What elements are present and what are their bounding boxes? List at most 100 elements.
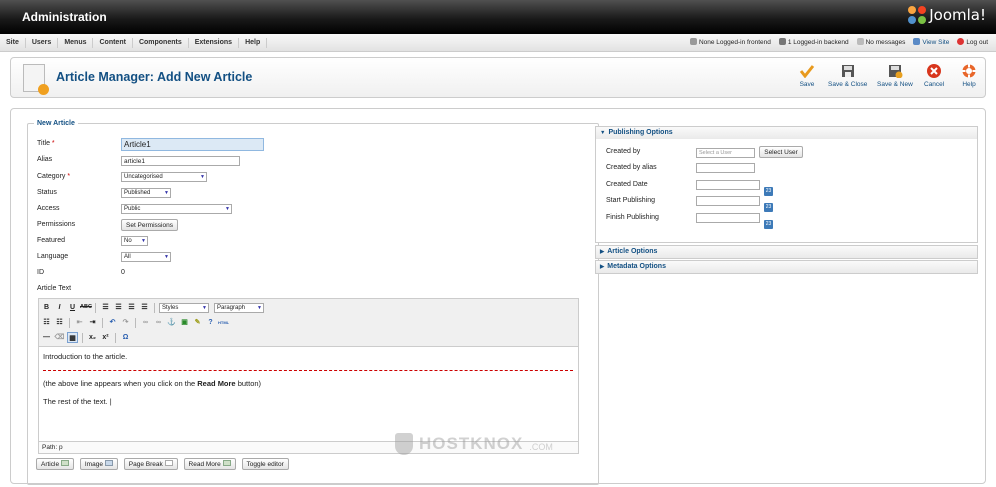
cleanup-icon[interactable]: ✎ <box>192 317 203 328</box>
image-button[interactable]: Image <box>79 458 118 470</box>
status-bar: None Logged-in frontend 1 Logged-in back… <box>689 38 988 46</box>
menu-menus[interactable]: Menus <box>58 37 94 48</box>
help-icon[interactable]: ? <box>205 317 216 328</box>
select-user-button[interactable]: Select User <box>759 146 803 158</box>
html-source-icon[interactable]: HTML <box>218 317 229 328</box>
styles-select[interactable]: Styles <box>159 302 209 313</box>
checkmark-icon <box>799 65 815 78</box>
alias-field[interactable]: article1 <box>121 156 240 166</box>
featured-label: Featured <box>37 237 66 244</box>
admin-title: Administration <box>22 10 107 24</box>
logout-link[interactable]: Log out <box>957 38 988 46</box>
access-select[interactable]: Public <box>121 204 232 214</box>
publishing-options-header[interactable]: ▼ Publishing Options <box>596 127 977 139</box>
rich-text-editor: B I U ABC ☰ ☰ ☰ ☰ Styles Paragraph ☷ ☷ ⇤… <box>38 298 579 454</box>
superscript-icon[interactable]: x² <box>100 332 111 343</box>
save-button[interactable]: Save <box>799 64 815 88</box>
message-icon <box>856 38 864 45</box>
title-field[interactable]: Article1 <box>121 138 264 151</box>
visual-aid-icon[interactable]: ▦ <box>67 332 78 343</box>
image-icon[interactable]: ▣ <box>179 317 190 328</box>
link-icon[interactable]: ∞ <box>140 317 151 328</box>
menu-users[interactable]: Users <box>26 37 59 48</box>
outdent-icon[interactable]: ⇤ <box>74 317 85 328</box>
underline-button[interactable]: U <box>67 302 78 313</box>
joomla-logo-icon <box>908 6 927 24</box>
cancel-button[interactable]: Cancel <box>924 64 944 88</box>
admin-header: Administration Joomla! <box>0 0 996 34</box>
monitor-icon <box>913 38 921 45</box>
menu-components[interactable]: Components <box>133 37 189 48</box>
align-left-icon[interactable]: ☰ <box>100 302 111 313</box>
created-by-alias-input[interactable] <box>696 163 755 173</box>
lifebuoy-icon <box>962 64 976 78</box>
undo-icon[interactable]: ↶ <box>107 317 118 328</box>
set-permissions-button[interactable]: Set Permissions <box>121 219 178 231</box>
language-label: Language <box>37 253 69 260</box>
format-select[interactable]: Paragraph <box>214 302 264 313</box>
bold-button[interactable]: B <box>41 302 52 313</box>
metadata-options-panel[interactable]: ▶ Metadata Options <box>595 260 978 274</box>
metadata-options-header[interactable]: ▶ Metadata Options <box>596 261 977 273</box>
status-messages: No messages <box>856 38 905 46</box>
category-select[interactable]: Uncategorised <box>121 172 207 182</box>
cancel-icon <box>927 64 942 78</box>
menu-extensions[interactable]: Extensions <box>189 37 240 48</box>
numbered-list-icon[interactable]: ☷ <box>54 317 65 328</box>
finish-publishing-input[interactable] <box>696 213 760 223</box>
start-publishing-field: 23 <box>696 196 773 212</box>
bullet-list-icon[interactable]: ☷ <box>41 317 52 328</box>
disk-icon <box>841 65 854 77</box>
unlink-icon[interactable]: ∞ <box>153 317 164 328</box>
save-close-button[interactable]: Save & Close <box>828 64 867 88</box>
anchor-icon[interactable]: ⚓ <box>166 317 177 328</box>
remove-format-icon[interactable]: ⌫ <box>54 332 65 343</box>
calendar-icon[interactable]: 23 <box>764 187 773 196</box>
featured-select[interactable]: No <box>121 236 148 246</box>
joomla-logo[interactable]: Joomla! <box>908 6 986 24</box>
content-area: New Article Title * Article1 Alias artic… <box>10 108 986 485</box>
italic-button[interactable]: I <box>54 302 65 313</box>
align-center-icon[interactable]: ☰ <box>113 302 124 313</box>
shield-icon <box>395 433 413 455</box>
page-break-button[interactable]: Page Break <box>123 458 178 470</box>
triangle-right-icon: ▶ <box>600 249 605 255</box>
save-new-button[interactable]: Save & New <box>877 64 913 88</box>
indent-icon[interactable]: ⇥ <box>87 317 98 328</box>
article-add-icon <box>23 64 49 95</box>
created-date-input[interactable] <box>696 180 760 190</box>
menu-site[interactable]: Site <box>0 37 26 48</box>
calendar-icon[interactable]: 23 <box>764 203 773 212</box>
strikethrough-button[interactable]: ABC <box>80 302 92 313</box>
category-label: Category * <box>37 173 71 180</box>
article-button[interactable]: Article <box>36 458 74 470</box>
status-select[interactable]: Published <box>121 188 171 198</box>
finish-publishing-label: Finish Publishing <box>606 214 659 221</box>
special-char-icon[interactable]: Ω <box>120 332 131 343</box>
menu-content[interactable]: Content <box>93 37 133 48</box>
help-button[interactable]: Help <box>961 64 977 88</box>
editor-content[interactable]: Introduction to the article. (the above … <box>43 352 573 415</box>
toggle-editor-button[interactable]: Toggle editor <box>241 458 289 470</box>
align-justify-icon[interactable]: ☰ <box>139 302 150 313</box>
created-by-alias-label: Created by alias <box>606 164 657 171</box>
subscript-icon[interactable]: x₂ <box>87 332 98 343</box>
view-site-link[interactable]: View Site <box>913 38 949 46</box>
article-options-header[interactable]: ▶ Article Options <box>596 246 977 258</box>
created-date-label: Created Date <box>606 181 648 188</box>
start-publishing-input[interactable] <box>696 196 760 206</box>
article-text-label: Article Text <box>37 285 72 292</box>
users-icon <box>689 38 697 45</box>
menu-help[interactable]: Help <box>239 37 268 48</box>
article-options-panel[interactable]: ▶ Article Options <box>595 245 978 259</box>
triangle-down-icon: ▼ <box>600 130 606 136</box>
created-by-label: Created by <box>606 148 641 155</box>
editor-buttons: Article Image Page Break Read More Toggl… <box>36 458 289 470</box>
language-select[interactable]: All <box>121 252 171 262</box>
calendar-icon[interactable]: 23 <box>764 220 773 229</box>
redo-icon[interactable]: ↷ <box>120 317 131 328</box>
created-by-input[interactable]: Select a User <box>696 148 755 158</box>
read-more-button[interactable]: Read More <box>183 458 236 470</box>
horizontal-rule-icon[interactable]: — <box>41 332 52 343</box>
align-right-icon[interactable]: ☰ <box>126 302 137 313</box>
